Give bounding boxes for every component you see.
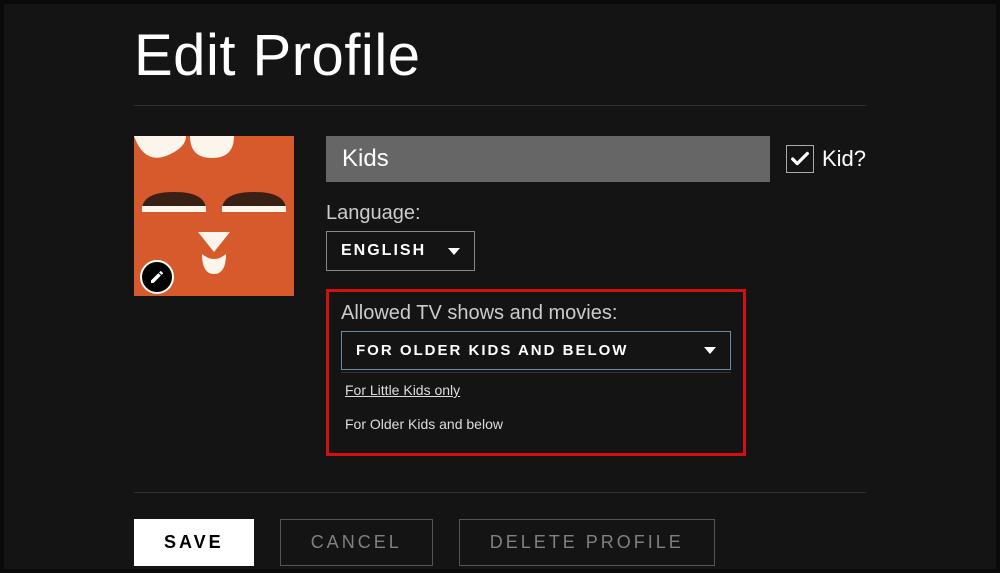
maturity-select[interactable]: FOR OLDER KIDS AND BELOW [341, 331, 731, 370]
divider [134, 105, 866, 106]
chevron-down-icon [448, 248, 460, 255]
avatar-wrap [134, 136, 294, 296]
kid-toggle-wrap: Kid? [786, 145, 866, 173]
maturity-selected: FOR OLDER KIDS AND BELOW [356, 342, 628, 359]
kid-checkbox[interactable] [786, 145, 814, 173]
name-row: Kid? [326, 136, 866, 182]
save-button[interactable]: SAVE [134, 519, 254, 566]
action-buttons: SAVE CANCEL DELETE PROFILE [134, 519, 866, 566]
profile-editor-row: Kid? Language: ENGLISH Allowed TV shows … [134, 136, 866, 456]
divider [134, 492, 866, 493]
kid-label: Kid? [822, 146, 866, 172]
form-column: Kid? Language: ENGLISH Allowed TV shows … [326, 136, 866, 456]
maturity-option[interactable]: For Older Kids and below [341, 407, 731, 441]
check-icon [789, 148, 811, 170]
chevron-down-icon [704, 347, 716, 354]
pencil-icon [149, 269, 165, 285]
language-selected: ENGLISH [341, 242, 426, 260]
profile-name-input[interactable] [326, 136, 770, 182]
edit-avatar-button[interactable] [140, 260, 174, 294]
cancel-button[interactable]: CANCEL [280, 519, 433, 566]
maturity-option[interactable]: For Little Kids only [341, 373, 731, 407]
language-select[interactable]: ENGLISH [326, 231, 475, 271]
delete-profile-button[interactable]: DELETE PROFILE [459, 519, 715, 566]
language-label: Language: [326, 202, 866, 225]
allowed-content-highlight: Allowed TV shows and movies: FOR OLDER K… [326, 289, 746, 456]
maturity-options: For Little Kids only For Older Kids and … [341, 372, 731, 441]
page-title: Edit Profile [134, 22, 866, 89]
allowed-label: Allowed TV shows and movies: [341, 302, 731, 325]
